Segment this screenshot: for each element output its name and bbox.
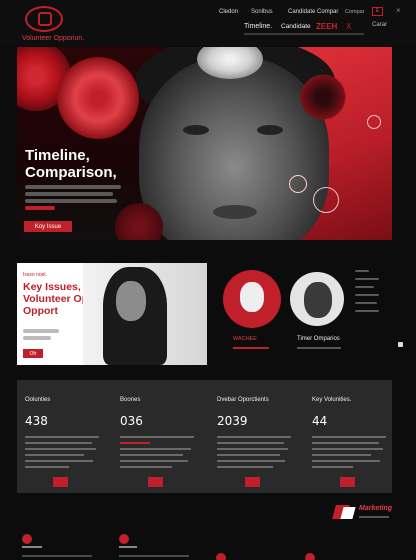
card-photo-face [116, 281, 146, 321]
hero-cta-button[interactable]: Koy Issue [24, 221, 72, 232]
stat-heading: Dvebar Oporctients [217, 397, 269, 403]
dark-flower-icon [295, 69, 351, 125]
side-text-lines [355, 270, 379, 318]
marketing-brand: Marketing [359, 505, 393, 512]
card-button[interactable]: Ofr [23, 349, 43, 358]
hero-lips [213, 205, 257, 219]
stat-column: Boones 036 [112, 380, 202, 493]
footer-text-line [119, 546, 137, 548]
stat-text-lines [217, 436, 291, 472]
marketing-tagline-line [359, 516, 389, 518]
stat-value: 438 [25, 414, 48, 428]
hero-eye-left [183, 125, 209, 135]
brand-name: Volunteer Opporiun. [22, 35, 85, 42]
red-flower-icon [57, 57, 139, 139]
hero-title: Timeline, Comparison, [25, 147, 117, 181]
subnav-divider [244, 33, 364, 35]
stat-text-lines [312, 436, 386, 472]
stat-button[interactable] [340, 477, 355, 487]
card-photo [83, 263, 207, 365]
stat-heading: Boones [120, 397, 141, 403]
hero-text-lines [25, 185, 125, 213]
stat-column: Key Volunities. 44 [304, 380, 394, 493]
avatar-label-1: WACHEE [233, 336, 257, 342]
avatar-underline-1 [233, 347, 269, 349]
footer-text-line [119, 555, 189, 557]
close-icon[interactable]: × [396, 6, 401, 15]
footer-text-line [22, 546, 42, 548]
ring-icon [289, 175, 307, 193]
subnav-carar[interactable]: Carar [372, 22, 387, 28]
footer-dot-icon[interactable] [22, 534, 32, 544]
stat-heading: Oolunties [25, 397, 51, 403]
card-text-lines [23, 329, 63, 343]
stat-value: 2039 [217, 414, 248, 428]
marketing-logo-icon[interactable] [332, 503, 356, 521]
nav-item-2[interactable]: Sonlbus [251, 9, 273, 15]
footer-text-line [22, 555, 92, 557]
nav-badge[interactable]: E [372, 7, 383, 16]
stat-heading: Key Volunities. [312, 397, 352, 403]
ring-icon [313, 187, 339, 213]
footer-dot-icon[interactable] [119, 534, 129, 544]
avatar-grey[interactable] [290, 272, 344, 326]
footer-dot-icon[interactable] [216, 553, 226, 560]
feature-card[interactable]: Issso noel. Key Issues, Volunteer Opp Op… [17, 263, 207, 365]
avatar-red[interactable] [223, 270, 281, 328]
stat-value: 036 [120, 414, 143, 428]
nav-item-3[interactable]: Candidate Compar [288, 9, 338, 15]
brand-logo-icon[interactable] [25, 6, 63, 32]
stat-value: 44 [312, 414, 328, 428]
scroll-dot[interactable] [398, 342, 403, 347]
hero-eye-right [257, 125, 283, 135]
stat-button[interactable] [245, 477, 260, 487]
card-kicker: Issso noel. [23, 272, 47, 278]
footer-dot-icon[interactable] [305, 553, 315, 560]
nav-item-1[interactable]: Cledon [219, 9, 238, 15]
stat-column: Dvebar Oporctients 2039 [209, 380, 299, 493]
stat-column: Oolunties 438 [17, 380, 107, 493]
stat-text-lines [25, 436, 99, 472]
avatar-underline-2 [297, 347, 341, 349]
stat-button[interactable] [53, 477, 68, 487]
header: Volunteer Opporiun. Cledon Sonlbus Candi… [0, 0, 416, 46]
subnav-timeline[interactable]: Timeline. [244, 23, 272, 30]
avatar-label-2: Timer Omparios [297, 336, 340, 342]
subnav-zeeh[interactable]: ZEEH [316, 22, 337, 31]
ring-icon [367, 115, 381, 129]
subnav-candidate[interactable]: Candidate [281, 23, 311, 30]
stat-button[interactable] [148, 477, 163, 487]
hero-banner: Timeline, Comparison, Koy Issue [17, 47, 392, 240]
stat-text-lines [120, 436, 194, 472]
stats-panel: Oolunties 438 Boones 036 Dvebar Oporctie… [17, 380, 392, 493]
nav-item-4[interactable]: Compar [345, 9, 365, 15]
subnav-x[interactable]: X [346, 22, 351, 31]
